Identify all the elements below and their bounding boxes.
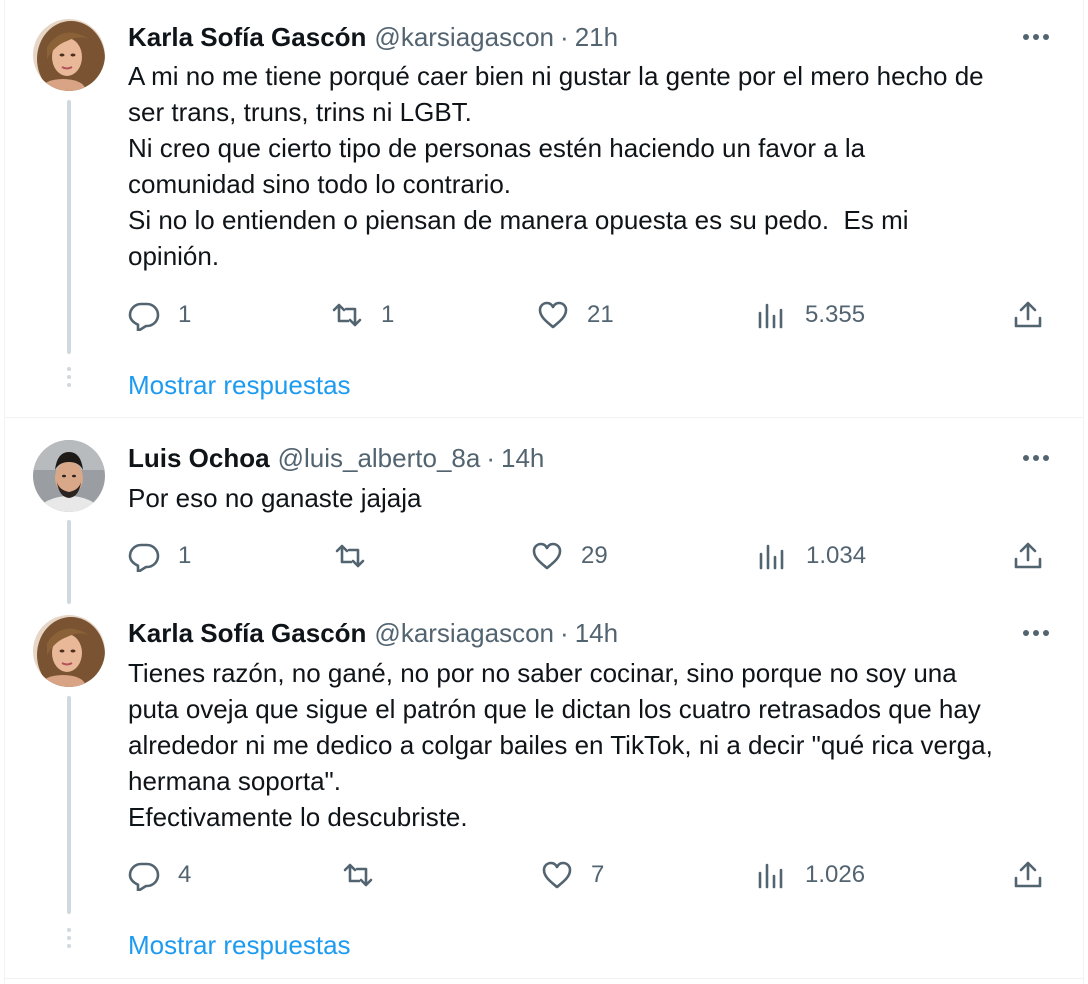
- thread-line: [67, 696, 71, 914]
- views-count: 1.026: [805, 861, 866, 888]
- reply-count: 4: [178, 861, 192, 888]
- tweet-header: Luis Ochoa @luis_alberto_8a · 14h: [128, 441, 544, 475]
- thread-dots: [67, 367, 71, 391]
- separator: ·: [560, 21, 569, 52]
- reply-icon: [128, 302, 160, 331]
- like-button[interactable]: 29: [531, 536, 608, 576]
- tweet-text: Por eso no ganaste jajaja: [128, 480, 1058, 516]
- tweet-text-line: comunidad sino todo lo contrario.: [128, 169, 512, 199]
- reply-icon: [128, 543, 160, 572]
- like-button[interactable]: 21: [537, 295, 614, 335]
- heart-icon: [542, 861, 572, 889]
- share-icon: [1014, 861, 1042, 888]
- display-name[interactable]: Karla Sofía Gascón: [128, 618, 366, 649]
- display-name[interactable]: Luis Ochoa: [128, 443, 270, 474]
- like-count: 21: [587, 301, 614, 328]
- user-handle[interactable]: @karsiagascon: [374, 22, 554, 53]
- more-icon: [1023, 34, 1049, 40]
- share-icon: [1014, 542, 1042, 569]
- heart-icon: [538, 301, 568, 329]
- views-count: 1.034: [806, 542, 867, 569]
- tweet-text-line: ser trans, truns, trins ni LGBT.: [128, 97, 472, 127]
- views-icon: [758, 863, 783, 889]
- more-button[interactable]: [1016, 441, 1056, 475]
- timestamp[interactable]: 14h: [501, 443, 544, 474]
- tweet-header: Karla Sofía Gascón @karsiagascon · 14h: [128, 616, 618, 650]
- views-count: 5.355: [805, 301, 866, 328]
- tweet-text-line: Por eso no ganaste jajaja: [128, 483, 422, 513]
- retweet-icon: [343, 863, 373, 887]
- tweet-text-line: puta oveja que sigue el patrón que le di…: [128, 694, 981, 724]
- views-button[interactable]: 5.355: [755, 295, 865, 335]
- user-handle[interactable]: @karsiagascon: [374, 618, 554, 649]
- show-replies-link[interactable]: Mostrar respuestas: [128, 927, 351, 963]
- tweet-text-line: hermana soporta".: [128, 766, 342, 796]
- reply-button[interactable]: 4: [128, 855, 191, 895]
- retweet-icon: [335, 544, 365, 568]
- retweet-button[interactable]: [342, 855, 392, 895]
- thread-line: [67, 520, 71, 604]
- reply-count: 1: [178, 542, 192, 569]
- tweet-text-line: A mi no me tiene porqué caer bien ni gus…: [128, 61, 984, 91]
- share-button[interactable]: [1012, 295, 1044, 335]
- more-icon: [1023, 630, 1049, 636]
- tweet-header: Karla Sofía Gascón @karsiagascon · 21h: [128, 20, 618, 54]
- tweet-text-line: alrededor ni me dedico a colgar bailes e…: [128, 730, 993, 760]
- like-count: 29: [581, 542, 608, 569]
- share-button[interactable]: [1012, 855, 1044, 895]
- tweet-text-line: Efectivamente lo descubriste.: [128, 802, 468, 832]
- tweet-text-line: Ni creo que cierto tipo de personas esté…: [128, 133, 866, 163]
- tweet-text: Tienes razón, no gané, no por no saber c…: [128, 655, 1058, 835]
- divider: [4, 417, 1084, 418]
- heart-icon: [532, 542, 562, 570]
- more-icon: [1023, 455, 1049, 461]
- thread-dots: [67, 928, 71, 952]
- retweet-button[interactable]: [334, 536, 384, 576]
- views-icon: [759, 544, 784, 570]
- avatar[interactable]: [33, 19, 105, 91]
- tweet-text-line: Si no lo entienden o piensan de manera o…: [128, 205, 909, 235]
- share-icon: [1014, 301, 1042, 328]
- reply-icon: [128, 862, 160, 891]
- reply-button[interactable]: 1: [128, 295, 191, 335]
- user-handle[interactable]: @luis_alberto_8a: [278, 443, 481, 474]
- timestamp[interactable]: 21h: [575, 22, 618, 53]
- tweet-text-line: opinión.: [128, 241, 220, 271]
- thread-line: [67, 100, 71, 354]
- show-replies-link[interactable]: Mostrar respuestas: [128, 367, 351, 403]
- retweet-count: 1: [381, 301, 395, 328]
- retweet-icon: [332, 303, 362, 327]
- divider: [4, 978, 1084, 979]
- avatar[interactable]: [33, 615, 105, 687]
- tweet-text: A mi no me tiene porqué caer bien ni gus…: [128, 58, 1058, 274]
- like-count: 7: [591, 861, 605, 888]
- tweet-text-line: Tienes razón, no gané, no por no saber c…: [128, 658, 957, 688]
- reply-count: 1: [178, 301, 192, 328]
- like-button[interactable]: 7: [541, 855, 604, 895]
- retweet-button[interactable]: 1: [331, 295, 394, 335]
- avatar[interactable]: [33, 440, 105, 512]
- more-button[interactable]: [1016, 20, 1056, 54]
- views-icon: [758, 303, 783, 329]
- separator: ·: [560, 617, 569, 648]
- share-button[interactable]: [1012, 536, 1044, 576]
- reply-button[interactable]: 1: [128, 536, 191, 576]
- views-button[interactable]: 1.026: [755, 855, 865, 895]
- timestamp[interactable]: 14h: [575, 618, 618, 649]
- views-button[interactable]: 1.034: [756, 536, 866, 576]
- separator: ·: [486, 442, 495, 473]
- display-name[interactable]: Karla Sofía Gascón: [128, 22, 366, 53]
- more-button[interactable]: [1016, 616, 1056, 650]
